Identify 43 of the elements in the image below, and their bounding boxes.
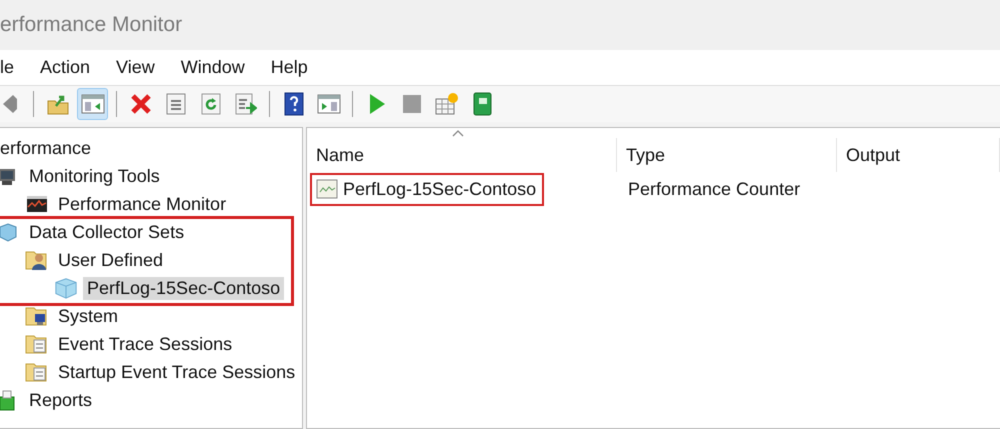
tree-item[interactable]: Monitoring Tools <box>25 164 164 188</box>
stop-icon <box>402 95 420 113</box>
system-folder-icon <box>25 305 49 327</box>
graph-monitor-icon <box>26 195 48 213</box>
tree-item[interactable]: Reports <box>25 388 96 412</box>
cube-icon <box>54 276 78 300</box>
help-icon <box>284 92 304 116</box>
tree-item[interactable]: System <box>54 304 122 328</box>
panel-icon <box>80 94 104 114</box>
tree-item[interactable]: Startup Event Trace Sessions <box>54 360 300 384</box>
properties-icon <box>166 93 186 115</box>
cube-icon <box>0 222 18 242</box>
column-header[interactable]: Type <box>617 138 837 172</box>
chart-log-icon <box>316 179 338 199</box>
tree-item[interactable]: Data Collector Sets <box>25 220 188 244</box>
binary-folder-icon <box>25 361 49 383</box>
menu-item[interactable]: Action <box>40 57 102 78</box>
binary-folder-icon <box>25 333 49 355</box>
window-title: erformance Monitor <box>0 13 182 37</box>
tree-item[interactable]: Event Trace Sessions <box>54 332 236 356</box>
export-list-icon <box>234 93 256 115</box>
folder-up-icon <box>46 93 68 115</box>
menu-item[interactable]: le <box>0 57 26 78</box>
play-icon <box>368 93 386 115</box>
menu-item[interactable]: Help <box>270 57 319 78</box>
table-cell[interactable]: PerfLog-15Sec-Contoso <box>343 178 536 200</box>
back-arrow-icon <box>2 93 16 115</box>
menu-item[interactable]: View <box>116 57 166 78</box>
tree-item[interactable]: PerfLog-15Sec-Contoso <box>83 276 284 300</box>
tree-item[interactable]: Performance Monitor <box>54 192 230 216</box>
refresh-icon <box>200 93 220 115</box>
delete-icon <box>130 93 152 115</box>
notebook-icon <box>472 92 492 116</box>
tree-item[interactable]: erformance <box>0 136 96 160</box>
column-header[interactable]: Output <box>837 138 1000 172</box>
computer-icon <box>0 166 18 186</box>
user-folder-icon <box>25 249 49 271</box>
table-cell: Performance Counter <box>628 178 800 200</box>
console-icon <box>316 94 340 114</box>
tree-item[interactable]: User Defined <box>54 248 168 272</box>
menu-item[interactable]: Window <box>180 57 256 78</box>
column-header[interactable]: Name <box>307 138 617 172</box>
new-table-icon <box>434 92 458 116</box>
